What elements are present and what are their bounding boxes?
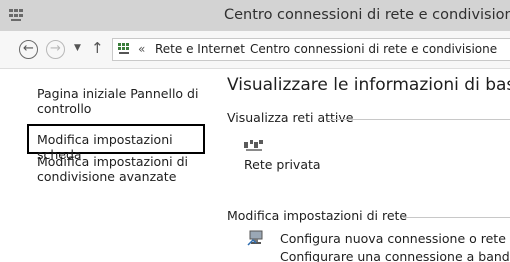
new-connection-icon: [247, 230, 263, 246]
network-icon: [244, 140, 263, 151]
change-network-settings-label: Modifica impostazioni di rete: [227, 208, 408, 223]
address-field[interactable]: « Rete e Internet › Centro connessioni d…: [112, 38, 510, 61]
network-name: Rete privata: [244, 157, 321, 172]
breadcrumb-separator[interactable]: ›: [235, 42, 239, 55]
main-content: Visualizzare le informazioni di base sul…: [216, 69, 510, 262]
breadcrumb-item-rete-internet[interactable]: Rete e Internet: [155, 42, 245, 56]
active-networks-label: Visualizza reti attive: [227, 110, 354, 125]
network-grid-icon[interactable]: [8, 8, 24, 22]
chevron-down-icon[interactable]: ▼: [74, 43, 81, 53]
breadcrumb-overflow[interactable]: «: [138, 42, 145, 56]
sidebar-item-advanced-sharing-settings[interactable]: Modifica impostazioni di condivisione av…: [37, 154, 188, 184]
setup-new-connection-description: Configurare una connessione a banda larg…: [280, 249, 510, 262]
sidebar: Pagina iniziale Pannello di controllo Mo…: [0, 69, 216, 262]
sidebar-item-control-panel-home[interactable]: Pagina iniziale Pannello di controllo: [37, 86, 198, 116]
title-bar: Centro connessioni di rete e condivision…: [0, 0, 510, 31]
forward-arrow-icon[interactable]: →: [46, 40, 65, 59]
breadcrumb-item-centro-connessioni[interactable]: Centro connessioni di rete e condivision…: [250, 42, 497, 56]
section-divider: [403, 217, 510, 218]
section-divider: [328, 119, 510, 120]
window-title: Centro connessioni di rete e condivision…: [224, 7, 510, 23]
network-grid-icon: [118, 43, 129, 54]
back-arrow-icon[interactable]: ←: [19, 40, 38, 59]
address-bar: ← → ▼ ↑ « Rete e Internet › Centro conne…: [0, 31, 510, 69]
page-title: Visualizzare le informazioni di base sul…: [227, 75, 510, 95]
up-arrow-icon[interactable]: ↑: [91, 39, 104, 57]
setup-new-connection-link[interactable]: Configura nuova connessione o rete: [280, 231, 506, 246]
